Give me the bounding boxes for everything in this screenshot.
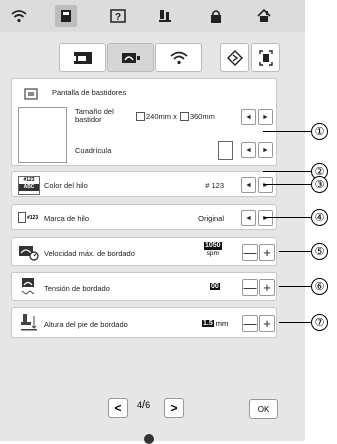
tension-increase-button[interactable]: + — [259, 279, 275, 296]
callout-4: ④ — [311, 209, 328, 226]
svg-text:?: ? — [115, 12, 121, 23]
top-bar: ? — [0, 0, 305, 32]
max-speed-value: 1050 — [204, 242, 222, 250]
home-icon[interactable] — [253, 5, 275, 27]
page-indicator: 4/6 — [137, 399, 151, 411]
thread-color-icon: #123 ABC — [18, 176, 40, 195]
thread-brand-prev-button[interactable]: ◄ — [241, 210, 256, 226]
frame-size-next-button[interactable]: ► — [258, 109, 273, 125]
callout-5: ⑤ — [311, 243, 328, 260]
presser-foot-height-icon — [20, 313, 38, 338]
wifi-icon[interactable] — [8, 5, 30, 27]
callout-3: ③ — [311, 176, 328, 193]
callout-leader-3 — [263, 184, 311, 185]
embroidery-frame-icon — [121, 52, 140, 63]
max-speed-increase-button[interactable]: + — [259, 244, 275, 261]
grid-next-button[interactable]: ► — [258, 142, 273, 158]
max-speed-unit: spm — [206, 250, 219, 257]
thread-brand-label: Marca de hilo — [44, 214, 90, 223]
sewing-machine-icon — [73, 51, 92, 64]
frame-preview — [18, 107, 67, 163]
reset-button[interactable] — [220, 43, 249, 72]
frame-settings-section: Pantalla de bastidores Tamaño del bastid… — [11, 78, 277, 166]
tension-row: Tensión de bordado 00 — + — [11, 272, 277, 301]
frame-display-icon — [24, 87, 38, 106]
frame-size-label: Tamaño del bastidor — [75, 107, 114, 124]
callout-leader-5 — [279, 251, 311, 252]
tension-icon — [20, 277, 38, 302]
frame-size-prev-button[interactable]: ◄ — [241, 109, 256, 125]
next-page-button[interactable]: > — [164, 398, 184, 418]
callout-7: ⑦ — [311, 314, 328, 331]
settings-panel: ? Pantalla de bastidores Tamaño del bast… — [0, 0, 305, 444]
tension-label: Tensión de bordado — [44, 284, 110, 293]
callout-leader-6 — [279, 286, 311, 287]
home-indicator-icon[interactable] — [144, 434, 154, 444]
foot-height-decrease-button[interactable]: — — [242, 315, 258, 332]
max-speed-label: Velocidad máx. de bordado — [44, 249, 135, 258]
frame-size-value: 240mm x 360mm — [136, 112, 215, 121]
tab-embroidery[interactable] — [107, 43, 154, 72]
fullscreen-icon — [258, 49, 273, 66]
callout-leader-1 — [263, 131, 311, 132]
foot-height-value: 1.5 — [202, 320, 214, 327]
tab-sewing[interactable] — [59, 43, 106, 72]
document-settings-icon[interactable] — [55, 5, 77, 27]
callout-1: ① — [311, 123, 328, 140]
foot-height-increase-button[interactable]: + — [259, 315, 275, 332]
thread-color-prev-button[interactable]: ◄ — [241, 177, 256, 193]
wireless-icon — [169, 51, 188, 64]
callout-6: ⑥ — [311, 278, 328, 295]
thread-brand-icon: #123 — [18, 212, 38, 223]
thread-color-row: #123 ABC Color del hilo # 123 ◄ ► — [11, 171, 277, 197]
fullscreen-button[interactable] — [251, 43, 280, 72]
foot-height-unit: mm — [215, 319, 229, 328]
presser-foot-icon[interactable] — [155, 5, 177, 27]
thread-brand-value: Original — [198, 214, 224, 223]
callout-leader-4 — [263, 217, 311, 218]
thread-color-next-button[interactable]: ► — [258, 177, 273, 193]
reset-diamond-icon — [226, 49, 243, 66]
help-icon[interactable]: ? — [107, 5, 129, 27]
callout-leader-7 — [279, 322, 311, 323]
grid-prev-button[interactable]: ◄ — [241, 142, 256, 158]
thread-color-label: Color del hilo — [44, 181, 88, 190]
foot-height-row: Altura del pie de bordado 1.5 mm — + — [11, 307, 277, 338]
grid-preview — [218, 141, 233, 160]
max-speed-value-box: 1050 spm — [204, 242, 222, 258]
max-speed-row: Velocidad máx. de bordado 1050 spm — + — [11, 237, 277, 266]
width-icon — [136, 112, 145, 121]
height-icon — [179, 112, 189, 121]
thread-brand-row: #123 Marca de hilo Original ◄ ► — [11, 204, 277, 230]
ok-button[interactable]: OK — [249, 399, 278, 419]
tension-decrease-button[interactable]: — — [242, 279, 258, 296]
speed-icon — [18, 243, 40, 266]
thread-brand-next-button[interactable]: ► — [258, 210, 273, 226]
foot-height-label: Altura del pie de bordado — [44, 320, 128, 329]
callout-leader-2 — [263, 171, 311, 172]
prev-page-button[interactable]: < — [108, 398, 128, 418]
foot-height-value-box: 1.5 mm — [202, 319, 228, 328]
lock-icon[interactable] — [205, 5, 227, 27]
grid-label: Cuadrícula — [75, 146, 112, 155]
tab-wireless[interactable] — [155, 43, 202, 72]
frame-screen-label: Pantalla de bastidores — [52, 88, 127, 97]
thread-color-value: # 123 — [205, 181, 224, 190]
tension-value: 00 — [210, 283, 220, 290]
max-speed-decrease-button[interactable]: — — [242, 244, 258, 261]
